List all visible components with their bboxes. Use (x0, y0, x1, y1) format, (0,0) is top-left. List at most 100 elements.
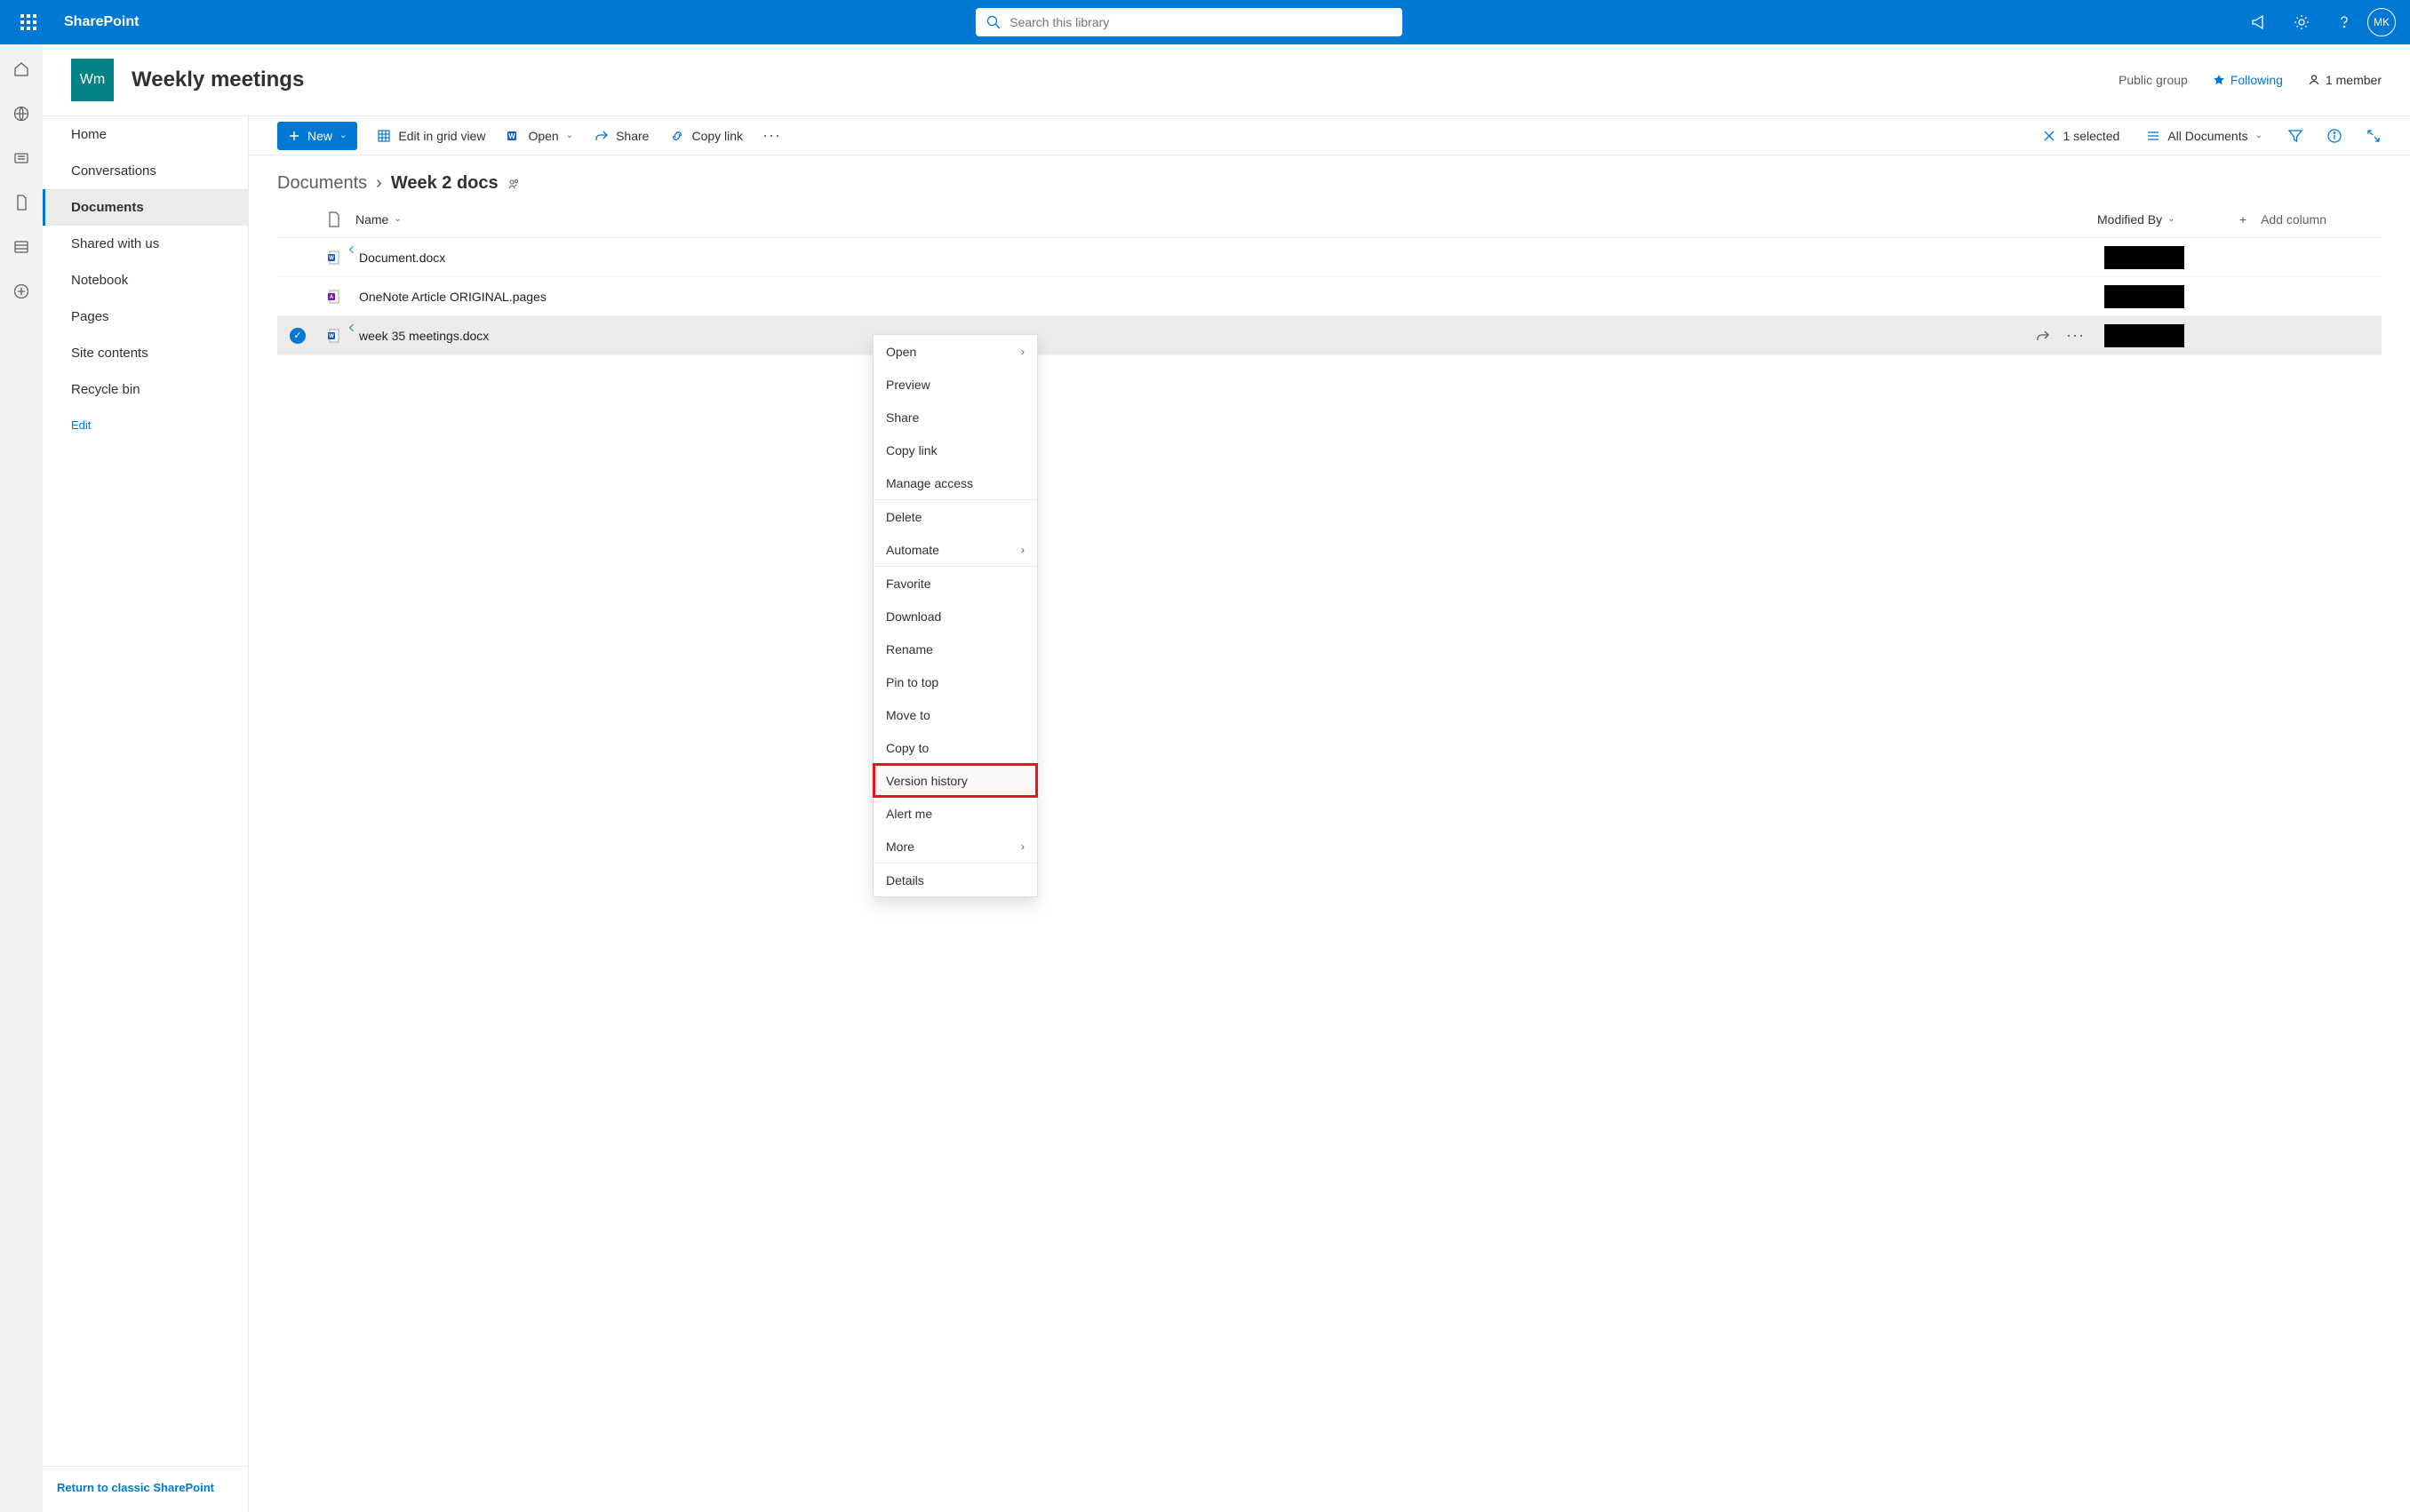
help-icon[interactable] (2325, 1, 2364, 44)
file-table: Name ⌄ Modified By ⌄ + Add column W Docu… (249, 201, 2410, 355)
chevron-down-icon: ⌄ (339, 131, 347, 140)
nav-item-pages[interactable]: Pages (43, 298, 248, 335)
ctx-item-manage-access[interactable]: Manage access (874, 466, 1037, 499)
ctx-item-download[interactable]: Download (874, 600, 1037, 633)
ctx-item-share[interactable]: Share (874, 401, 1037, 434)
info-icon[interactable] (2326, 128, 2342, 144)
nav-item-recyclebin[interactable]: Recycle bin (43, 371, 248, 408)
table-row[interactable]: A OneNote Article ORIGINAL.pages (277, 277, 2382, 316)
chevron-right-icon: › (1021, 346, 1025, 358)
new-button[interactable]: New ⌄ (277, 122, 357, 150)
file-name[interactable]: OneNote Article ORIGINAL.pages (355, 290, 547, 304)
copy-link-button[interactable]: Copy link (668, 125, 745, 147)
site-nav: Home Conversations Documents Shared with… (43, 116, 249, 1512)
home-icon[interactable] (11, 59, 32, 80)
docx-icon: W (316, 251, 352, 265)
chevron-down-icon: ⌄ (2167, 214, 2175, 224)
site-title: Weekly meetings (132, 68, 304, 92)
ctx-item-copy-link[interactable]: Copy link (874, 434, 1037, 466)
edit-grid-button[interactable]: Edit in grid view (375, 125, 487, 147)
share-icon[interactable] (2036, 329, 2050, 343)
table-row[interactable]: W Document.docx (277, 238, 2382, 277)
site-logo[interactable]: Wm (71, 59, 114, 101)
table-row[interactable]: ✓ W week 35 meetings.docx ··· (277, 316, 2382, 355)
view-selector[interactable]: All Documents ⌄ (2144, 125, 2264, 147)
site-header: Wm Weekly meetings Public group Followin… (43, 44, 2410, 116)
grid-icon (377, 129, 391, 143)
overflow-button[interactable]: ··· (762, 126, 781, 145)
word-icon: W (507, 129, 521, 143)
ctx-item-favorite[interactable]: Favorite (874, 567, 1037, 600)
nav-item-conversations[interactable]: Conversations (43, 153, 248, 189)
file-name[interactable]: week 35 meetings.docx (355, 329, 489, 343)
app-rail (0, 44, 43, 1512)
expand-icon[interactable] (2366, 128, 2382, 144)
plus-icon (288, 130, 300, 142)
ctx-item-version-history[interactable]: Version history (874, 764, 1037, 797)
open-button[interactable]: W Open ⌄ (505, 125, 575, 147)
nav-item-notebook[interactable]: Notebook (43, 262, 248, 298)
globe-icon[interactable] (11, 103, 32, 124)
svg-text:W: W (509, 132, 516, 140)
create-icon[interactable] (11, 281, 32, 302)
context-menu: Open›PreviewShareCopy linkManage accessD… (873, 334, 1038, 897)
brand-label[interactable]: SharePoint (60, 14, 139, 30)
file-type-icon[interactable] (316, 211, 352, 227)
megaphone-icon[interactable] (2239, 1, 2278, 44)
svg-text:A: A (330, 295, 334, 300)
nav-item-shared[interactable]: Shared with us (43, 226, 248, 262)
settings-icon[interactable] (2282, 1, 2321, 44)
files-icon[interactable] (11, 192, 32, 213)
command-bar: New ⌄ Edit in grid view W Open ⌄ Share (249, 116, 2410, 155)
nav-item-documents[interactable]: Documents (43, 189, 248, 226)
add-column-button[interactable]: + Add column (2239, 212, 2382, 227)
file-name[interactable]: Document.docx (355, 251, 445, 265)
chevron-right-icon: › (1021, 544, 1025, 556)
pages-icon: A (316, 290, 352, 304)
docx-icon: W (316, 329, 352, 343)
return-classic-link[interactable]: Return to classic SharePoint (43, 1466, 248, 1512)
ctx-item-copy-to[interactable]: Copy to (874, 731, 1037, 764)
breadcrumb-root[interactable]: Documents (277, 173, 367, 194)
ctx-item-open[interactable]: Open› (874, 335, 1037, 368)
search-box[interactable] (976, 8, 1402, 36)
ctx-item-details[interactable]: Details (874, 863, 1037, 896)
nav-item-sitecontents[interactable]: Site contents (43, 335, 248, 371)
chevron-right-icon: › (1021, 840, 1025, 853)
redacted-value (2104, 246, 2184, 269)
chevron-right-icon: › (376, 173, 382, 194)
chevron-down-icon: ⌄ (2255, 131, 2262, 140)
ctx-item-move-to[interactable]: Move to (874, 698, 1037, 731)
members-button[interactable]: 1 member (2308, 73, 2382, 87)
ctx-item-preview[interactable]: Preview (874, 368, 1037, 401)
ctx-item-delete[interactable]: Delete (874, 500, 1037, 533)
search-icon (986, 15, 1001, 29)
news-icon[interactable] (11, 147, 32, 169)
search-input[interactable] (1009, 15, 1392, 29)
access-icon[interactable] (507, 178, 520, 190)
ctx-item-more[interactable]: More› (874, 830, 1037, 863)
ctx-item-automate[interactable]: Automate› (874, 533, 1037, 566)
selected-count[interactable]: 1 selected (2040, 125, 2122, 147)
svg-text:W: W (329, 334, 334, 339)
share-button[interactable]: Share (593, 125, 650, 147)
modifiedby-column-header[interactable]: Modified By ⌄ (2097, 212, 2239, 227)
lists-icon[interactable] (11, 236, 32, 258)
name-column-header[interactable]: Name ⌄ (352, 212, 2097, 227)
svg-text:W: W (329, 256, 334, 261)
app-launcher-icon[interactable] (7, 1, 50, 44)
breadcrumb-current: Week 2 docs (391, 173, 499, 194)
table-header: Name ⌄ Modified By ⌄ + Add column (277, 201, 2382, 238)
nav-item-home[interactable]: Home (43, 116, 248, 153)
filter-icon[interactable] (2287, 128, 2303, 144)
ctx-item-rename[interactable]: Rename (874, 633, 1037, 665)
redacted-value (2104, 285, 2184, 308)
ctx-item-alert-me[interactable]: Alert me (874, 797, 1037, 830)
user-avatar[interactable]: MK (2367, 8, 2396, 36)
follow-button[interactable]: Following (2213, 73, 2283, 87)
row-overflow-button[interactable]: ··· (2066, 326, 2085, 345)
nav-edit-link[interactable]: Edit (43, 408, 248, 442)
ctx-item-pin-to-top[interactable]: Pin to top (874, 665, 1037, 698)
chevron-down-icon: ⌄ (394, 214, 401, 224)
row-checkbox[interactable]: ✓ (290, 328, 306, 344)
